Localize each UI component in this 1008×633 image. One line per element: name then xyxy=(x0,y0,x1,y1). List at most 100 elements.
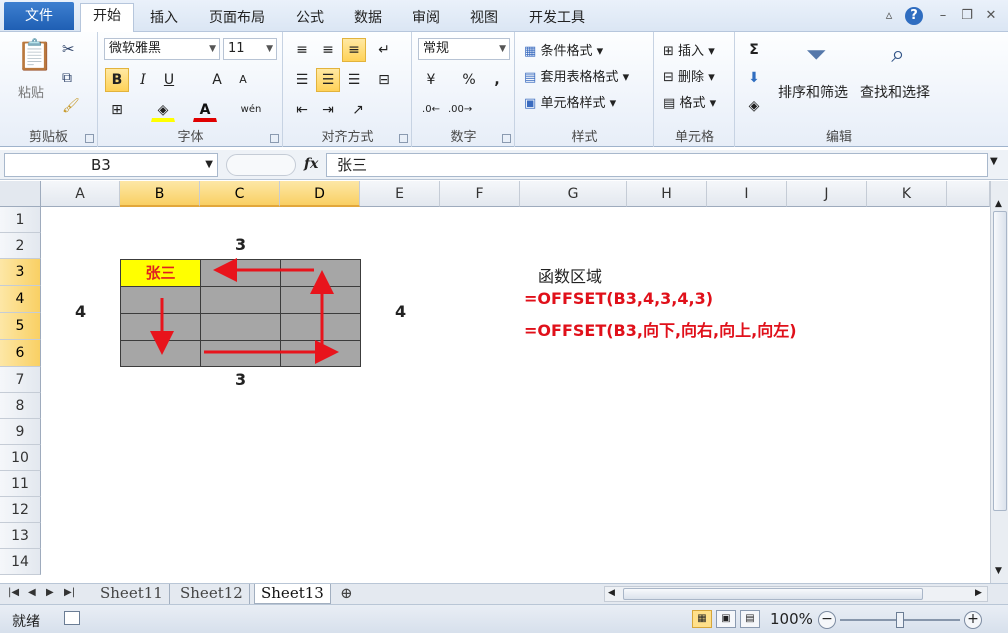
minimize-window-icon[interactable]: – xyxy=(934,7,952,25)
bottom-count-label: 3 xyxy=(235,370,247,389)
orientation-icon[interactable]: ↗ xyxy=(346,98,370,122)
tab-review[interactable]: 审阅 xyxy=(402,6,450,32)
clipboard-launcher-icon[interactable] xyxy=(85,134,94,143)
formula-input[interactable]: 张三 xyxy=(326,153,988,177)
delete-cells-icon: ⊟ xyxy=(663,70,674,85)
borders-icon[interactable]: ⊞ xyxy=(105,98,129,122)
find-select-button[interactable]: 查找和选择 xyxy=(860,82,930,102)
merge-center-icon[interactable]: ⊟ xyxy=(372,68,396,92)
next-sheet-icon[interactable]: ▶ xyxy=(46,587,54,598)
restore-window-icon[interactable]: ❐ xyxy=(958,7,976,25)
vertical-scrollbar[interactable]: ▲ ▼ xyxy=(990,181,1008,583)
insert-cells-button[interactable]: ⊞ 插入 ▾ xyxy=(663,40,715,59)
align-top-icon[interactable]: ≡ xyxy=(290,38,314,62)
sheet-tab-sheet13[interactable]: Sheet13 xyxy=(254,584,331,604)
format-painter-icon[interactable]: 🖌 xyxy=(62,98,80,114)
horizontal-scroll-thumb[interactable] xyxy=(623,588,923,600)
insert-cells-label: 插入 xyxy=(678,44,705,59)
tab-formulas[interactable]: 公式 xyxy=(286,6,334,32)
find-select-icon[interactable]: ⌕ xyxy=(878,40,918,68)
zoom-in-icon[interactable]: + xyxy=(964,611,982,629)
horizontal-scrollbar[interactable]: ◀ ▶ xyxy=(604,586,988,602)
scroll-up-icon[interactable]: ▲ xyxy=(995,199,1002,209)
page-break-view-icon[interactable]: ▤ xyxy=(740,610,760,628)
align-left-icon[interactable]: ☰ xyxy=(290,68,314,92)
underline-button[interactable]: U xyxy=(157,68,181,92)
phonetic-button[interactable]: wén xyxy=(239,98,263,122)
currency-icon[interactable]: ¥ xyxy=(419,68,443,92)
cut-icon[interactable]: ✂ xyxy=(62,40,75,58)
new-sheet-icon[interactable]: ⊕ xyxy=(334,584,359,604)
percent-button[interactable]: % xyxy=(457,68,481,92)
sheet-tab-sheet12[interactable]: Sheet12 xyxy=(174,584,250,604)
page-layout-view-icon[interactable]: ▣ xyxy=(716,610,736,628)
scroll-right-icon[interactable]: ▶ xyxy=(975,588,982,598)
tab-data[interactable]: 数据 xyxy=(344,6,392,32)
clear-icon[interactable]: ◈ xyxy=(742,94,766,118)
name-box[interactable]: B3 ▼ xyxy=(4,153,218,177)
wrap-text-icon[interactable]: ↵ xyxy=(372,38,396,62)
align-middle-icon[interactable]: ≡ xyxy=(316,38,340,62)
paste-icon[interactable]: 📋 xyxy=(16,38,53,76)
conditional-format-button[interactable]: ▦ 条件格式 ▾ xyxy=(524,40,603,59)
alignment-launcher-icon[interactable] xyxy=(399,134,408,143)
normal-view-icon[interactable]: ▦ xyxy=(692,610,712,628)
font-launcher-icon[interactable] xyxy=(270,134,279,143)
copy-icon[interactable]: ⧉ xyxy=(62,70,72,86)
decrease-indent-icon[interactable]: ⇤ xyxy=(290,98,314,122)
cell-styles-button[interactable]: ▣ 单元格样式 ▾ xyxy=(524,92,616,111)
format-as-table-button[interactable]: ▤ 套用表格格式 ▾ xyxy=(524,66,629,85)
increase-decimal-icon[interactable]: .0← xyxy=(419,98,443,122)
worksheet-grid[interactable]: A B C D E F G H I J K 1 2 3 4 5 6 7 8 9 … xyxy=(0,181,990,583)
format-cells-button[interactable]: ▤ 格式 ▾ xyxy=(663,92,716,111)
align-center-icon[interactable]: ☰ xyxy=(316,68,340,92)
tab-page-layout[interactable]: 页面布局 xyxy=(198,6,276,32)
tab-file[interactable]: 文件 xyxy=(4,2,74,30)
font-name-select[interactable]: 微软雅黑 ▼ xyxy=(104,38,220,60)
first-sheet-icon[interactable]: |◀ xyxy=(8,587,19,598)
tab-developer[interactable]: 开发工具 xyxy=(518,6,596,32)
format-as-table-icon: ▤ xyxy=(524,70,537,85)
conditional-format-icon: ▦ xyxy=(524,44,537,59)
sort-filter-button[interactable]: 排序和筛选 xyxy=(778,82,848,102)
macro-record-icon[interactable] xyxy=(64,611,80,625)
grow-font-button[interactable]: A xyxy=(205,68,229,92)
close-window-icon[interactable]: ✕ xyxy=(982,7,1000,25)
italic-button[interactable]: I xyxy=(131,68,155,92)
vertical-scroll-thumb[interactable] xyxy=(993,211,1007,511)
last-sheet-icon[interactable]: ▶| xyxy=(64,587,75,598)
align-right-icon[interactable]: ☰ xyxy=(342,68,366,92)
comma-button[interactable]: , xyxy=(485,68,509,92)
fill-icon[interactable]: ⬇ xyxy=(742,66,766,90)
number-format-select[interactable]: 常规 ▼ xyxy=(418,38,510,60)
prev-sheet-icon[interactable]: ◀ xyxy=(28,587,36,598)
expand-formula-icon[interactable]: ▼ xyxy=(990,156,998,167)
zoom-slider-knob[interactable] xyxy=(896,612,904,628)
autosum-button[interactable]: Σ xyxy=(742,38,766,62)
tab-view[interactable]: 视图 xyxy=(460,6,508,32)
tab-home[interactable]: 开始 xyxy=(80,3,134,33)
font-size-select[interactable]: 11 ▼ xyxy=(223,38,277,60)
zoom-level[interactable]: 100% xyxy=(770,610,813,628)
delete-cells-button[interactable]: ⊟ 删除 ▾ xyxy=(663,66,715,85)
scroll-left-icon[interactable]: ◀ xyxy=(608,588,615,598)
font-color-icon[interactable]: A xyxy=(193,98,217,122)
cell-styles-icon: ▣ xyxy=(524,96,537,111)
fill-color-icon[interactable]: ◈ xyxy=(151,98,175,122)
number-launcher-icon[interactable] xyxy=(502,134,511,143)
decrease-decimal-icon[interactable]: .00→ xyxy=(447,98,472,122)
zoom-out-icon[interactable]: − xyxy=(818,611,836,629)
sheet-tab-sheet11[interactable]: Sheet11 xyxy=(94,584,170,604)
paste-button[interactable]: 粘贴 xyxy=(18,82,44,101)
help-icon[interactable]: ? xyxy=(905,7,923,25)
bold-button[interactable]: B xyxy=(105,68,129,92)
increase-indent-icon[interactable]: ⇥ xyxy=(316,98,340,122)
tab-insert[interactable]: 插入 xyxy=(140,6,188,32)
shrink-font-button[interactable]: A xyxy=(231,68,255,92)
insert-function-button[interactable]: fx xyxy=(304,156,318,172)
scroll-down-icon[interactable]: ▼ xyxy=(995,566,1002,576)
chevron-down-icon: ▼ xyxy=(499,44,506,54)
sort-filter-icon[interactable]: ⏷ xyxy=(796,40,836,71)
minimize-ribbon-icon[interactable]: ▵ xyxy=(880,7,898,25)
align-bottom-icon[interactable]: ≡ xyxy=(342,38,366,62)
